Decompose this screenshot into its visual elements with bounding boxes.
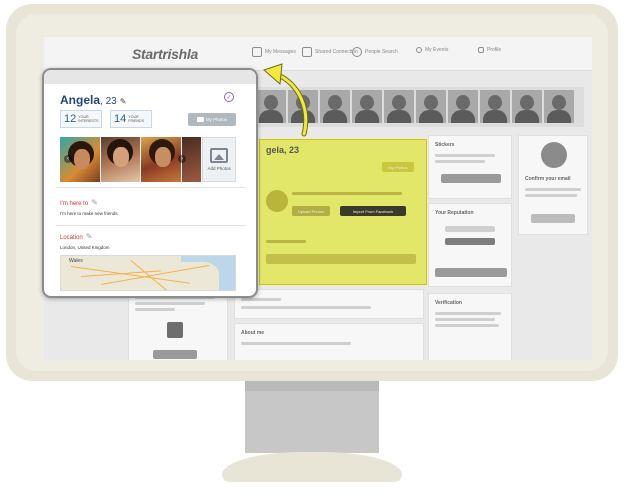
photo-gallery: Add Photos — [60, 137, 236, 182]
edit-pencil-icon[interactable]: ✎ — [91, 198, 98, 207]
friends-count: 14 — [114, 113, 127, 125]
location-title: Location ✎ — [60, 232, 92, 241]
photo-detail — [112, 147, 129, 167]
here-to-text: I'm here to make new friends — [60, 211, 118, 216]
edit-pencil-icon[interactable]: ✎ — [120, 97, 127, 106]
interests-stat[interactable]: 12 YOUR INTERESTS — [60, 110, 102, 128]
location-map[interactable]: Wales — [60, 255, 236, 291]
profile-name: Angela, 23 ✎ — [60, 93, 126, 107]
add-photo-icon — [210, 148, 229, 163]
interests-label: YOUR INTERESTS — [78, 114, 99, 124]
edit-pencil-icon[interactable]: ✎ — [86, 232, 93, 241]
profile-age: , 23 — [100, 96, 117, 107]
map-label: Wales — [69, 258, 83, 264]
photo-prev-arrow[interactable]: ‹ — [64, 155, 72, 163]
add-photos-label: Add Photos — [207, 166, 231, 171]
photo-detail — [74, 149, 90, 169]
profile-photo[interactable] — [141, 137, 181, 182]
verified-badge-icon[interactable]: ✓ — [224, 92, 234, 102]
here-to-title-text: I'm here to — [60, 201, 89, 207]
my-photos-button[interactable]: My Photos — [188, 113, 236, 126]
profile-name-text: Angela — [60, 93, 101, 107]
location-title-text: Location — [60, 235, 83, 241]
photo-detail — [155, 147, 172, 167]
here-to-title: I'm here to ✎ — [60, 198, 98, 207]
interests-count: 12 — [64, 113, 77, 125]
friends-label: YOUR FRIENDS — [128, 114, 145, 124]
location-text: London, United Kingdom — [60, 245, 110, 250]
photo-next-arrow[interactable]: › — [178, 155, 186, 163]
add-photos-button[interactable]: Add Photos — [202, 137, 236, 182]
popup-header-bar — [44, 70, 256, 84]
profile-photo[interactable] — [100, 137, 141, 182]
profile-popup-card: Angela, 23 ✎ ✓ 12 YOUR INTERESTS 14 YOUR … — [42, 68, 258, 298]
divider — [56, 225, 246, 226]
friends-stat[interactable]: 14 YOUR FRIENDS — [110, 110, 152, 128]
monitor-illustration: Startrishla My Messages Shared Connectio… — [0, 0, 627, 493]
camera-icon — [196, 117, 204, 122]
my-photos-label: My Photos — [205, 117, 228, 122]
divider — [56, 187, 246, 188]
